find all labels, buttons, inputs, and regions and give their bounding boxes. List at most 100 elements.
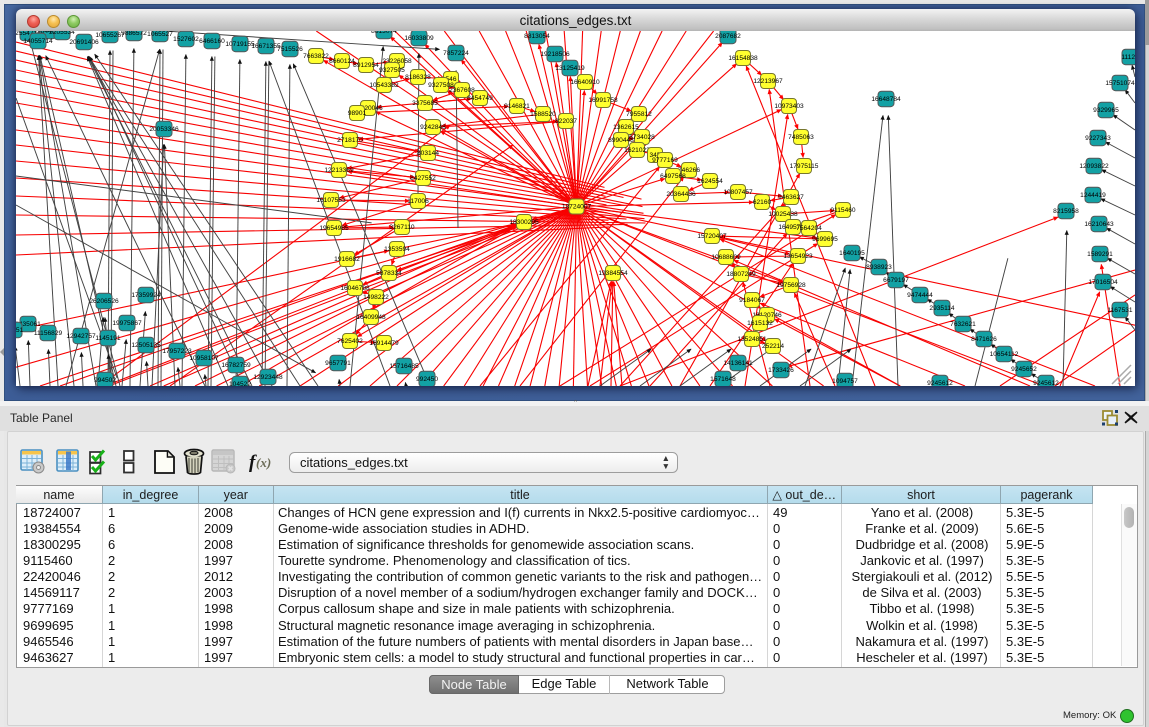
svg-text:17016504: 17016504 [1088,279,1118,286]
svg-text:9115460: 9115460 [830,207,856,214]
svg-text:6497568: 6497568 [660,173,686,180]
svg-text:10025438: 10025438 [768,211,798,218]
svg-text:2367608: 2367608 [449,87,475,94]
svg-text:19756928: 19756928 [776,282,806,289]
svg-text:3375685: 3375685 [412,100,438,107]
svg-text:1621022: 1621022 [624,147,650,154]
svg-text:8186328: 8186328 [405,74,431,81]
svg-text:1094757: 1094757 [832,378,858,385]
svg-text:9242848: 9242848 [420,124,446,131]
svg-text:1916682: 1916682 [334,256,360,263]
svg-text:8912954: 8912954 [353,62,379,69]
svg-text:98901: 98901 [348,110,367,117]
svg-text:8813054: 8813054 [524,33,550,40]
svg-text:7955812: 7955812 [626,111,652,118]
svg-text:16914479: 16914479 [369,340,399,347]
svg-text:252214: 252214 [762,343,784,350]
svg-text:16210643: 16210643 [1084,221,1114,228]
svg-text:10543382: 10543382 [369,82,399,89]
svg-text:822037: 822037 [555,118,577,125]
svg-text:104522: 104522 [229,381,251,386]
svg-text:8427552: 8427552 [410,175,436,182]
svg-text:9463627: 9463627 [778,194,804,201]
svg-text:1615132: 1615132 [747,320,773,327]
svg-text:16033809: 16033809 [404,35,434,42]
svg-text:7564204: 7564204 [796,225,822,232]
svg-text:19654985: 19654985 [319,225,349,232]
svg-text:7857224: 7857224 [443,50,469,57]
svg-text:16640910: 16640910 [570,79,600,86]
svg-text:15716485: 15716485 [389,363,419,370]
svg-text:18807249: 18807249 [726,271,756,278]
svg-text:1571648: 1571648 [710,376,736,383]
svg-text:9474444: 9474444 [907,292,933,299]
svg-text:7663822: 7663822 [303,53,329,60]
svg-text:1640195: 1640195 [839,250,865,257]
svg-text:3267110: 3267110 [389,224,415,231]
svg-text:19218506: 19218506 [540,51,570,58]
svg-text:9699695: 9699695 [812,236,838,243]
svg-text:8813074: 8813074 [371,31,397,35]
svg-text:9245652: 9245652 [1011,366,1037,373]
svg-text:62160: 62160 [753,199,772,206]
svg-text:9657791: 9657791 [325,360,351,367]
svg-text:10807457: 10807457 [723,189,753,196]
svg-text:14055714: 14055714 [23,38,53,45]
svg-text:992450: 992450 [416,376,438,383]
svg-text:19384554: 19384554 [598,270,628,277]
svg-text:6734028: 6734028 [629,134,655,141]
svg-text:9146821: 9146821 [504,103,530,110]
svg-text:20364436: 20364436 [666,191,696,198]
svg-text:12505135: 12505135 [131,342,161,349]
svg-text:12923448: 12923448 [253,374,283,381]
svg-text:1527602: 1527602 [173,36,199,43]
svg-text:9327505: 9327505 [379,67,405,74]
svg-text:1065527: 1065527 [147,31,173,38]
svg-text:20053346: 20053346 [149,126,179,133]
svg-text:5878334: 5878334 [376,270,402,277]
svg-text:39151: 39151 [16,327,23,334]
svg-text:2087682: 2087682 [715,33,741,40]
svg-text:12093822: 12093822 [1079,163,1109,170]
svg-text:9184067: 9184067 [739,297,765,304]
svg-text:16154838: 16154838 [728,55,758,62]
svg-text:(x): (x) [256,455,271,470]
svg-text:13125419: 13125419 [555,65,585,72]
svg-text:1733426: 1733426 [768,367,794,374]
svg-text:20691406: 20691406 [69,39,99,46]
svg-text:9329965: 9329965 [1093,107,1119,114]
svg-text:17975115: 17975115 [790,163,819,170]
svg-text:7625402: 7625402 [337,338,363,345]
svg-text:1167531: 1167531 [1107,307,1133,314]
svg-text:994502: 994502 [94,377,116,384]
svg-text:9886572: 9886572 [121,31,147,37]
svg-text:8454749: 8454749 [467,95,493,102]
svg-text:10973403: 10973403 [774,103,804,110]
svg-text:11123: 11123 [1121,54,1135,61]
svg-text:1145191: 1145191 [95,335,121,342]
svg-text:15720407: 15720407 [697,233,727,240]
svg-text:13654923: 13654923 [783,253,813,260]
svg-text:11156829: 11156829 [34,330,63,337]
svg-text:12213369: 12213369 [324,167,354,174]
svg-text:9245612: 9245612 [1033,380,1059,386]
svg-text:6679197: 6679197 [883,277,909,284]
svg-text:12213967: 12213967 [753,78,783,85]
svg-text:18300295: 18300295 [509,219,539,226]
svg-text:15751074: 15751074 [1105,80,1135,87]
svg-text:17359924: 17359924 [131,292,161,299]
svg-text:10688609: 10688609 [711,254,741,261]
svg-text:17957223: 17957223 [162,348,192,355]
svg-text:8215958: 8215958 [1053,208,1079,215]
svg-text:16782759: 16782759 [221,362,251,369]
svg-text:1588520: 1588520 [530,111,556,118]
svg-text:19975867: 19975867 [112,320,142,327]
svg-text:117006: 117006 [407,198,429,205]
svg-text:7515526: 7515526 [277,46,303,53]
svg-text:16409948: 16409948 [356,314,386,321]
svg-text:2935114: 2935114 [929,305,955,312]
svg-text:2718170: 2718170 [337,137,363,144]
svg-text:9227343: 9227343 [1085,135,1111,142]
svg-text:8938923: 8938923 [866,264,892,271]
svg-text:1244419: 1244419 [1080,192,1106,199]
